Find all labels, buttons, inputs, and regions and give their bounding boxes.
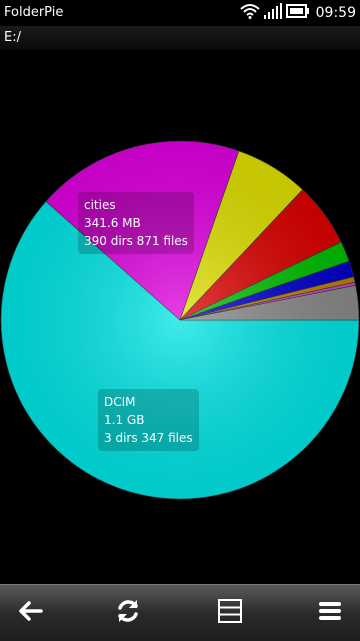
list-view-button[interactable] <box>200 585 260 641</box>
path-bar: E:/ <box>0 26 360 50</box>
refresh-button[interactable] <box>98 585 158 641</box>
slice-label-size: 341.6 MB <box>84 216 141 230</box>
clock: 09:59 <box>315 5 356 21</box>
signal-icon <box>263 3 282 23</box>
slice-label-info: 3 dirs 347 files <box>104 431 193 445</box>
slice-label-dcim: DCIM 1.1 GB 3 dirs 347 files <box>98 389 199 451</box>
wifi-icon <box>239 3 260 23</box>
menu-button[interactable] <box>300 585 360 641</box>
slice-label-cities: cities 341.6 MB 390 dirs 871 files <box>78 192 194 254</box>
back-button[interactable] <box>0 585 60 641</box>
list-view-icon <box>217 598 243 628</box>
refresh-icon <box>115 598 141 628</box>
slice-label-name: cities <box>84 198 116 212</box>
folder-pie-chart[interactable] <box>0 50 360 584</box>
battery-icon <box>285 3 310 23</box>
bottom-toolbar <box>0 584 360 641</box>
current-path: E:/ <box>4 30 21 45</box>
status-icons: 09:59 <box>239 3 356 23</box>
slice-label-info: 390 dirs 871 files <box>84 234 188 248</box>
menu-icon <box>317 600 343 626</box>
back-icon <box>17 600 43 626</box>
slice-label-name: DCIM <box>104 395 136 409</box>
app-title: FolderPie <box>4 5 64 20</box>
slice-label-size: 1.1 GB <box>104 413 145 427</box>
status-bar: FolderPie 09:59 <box>0 0 360 26</box>
